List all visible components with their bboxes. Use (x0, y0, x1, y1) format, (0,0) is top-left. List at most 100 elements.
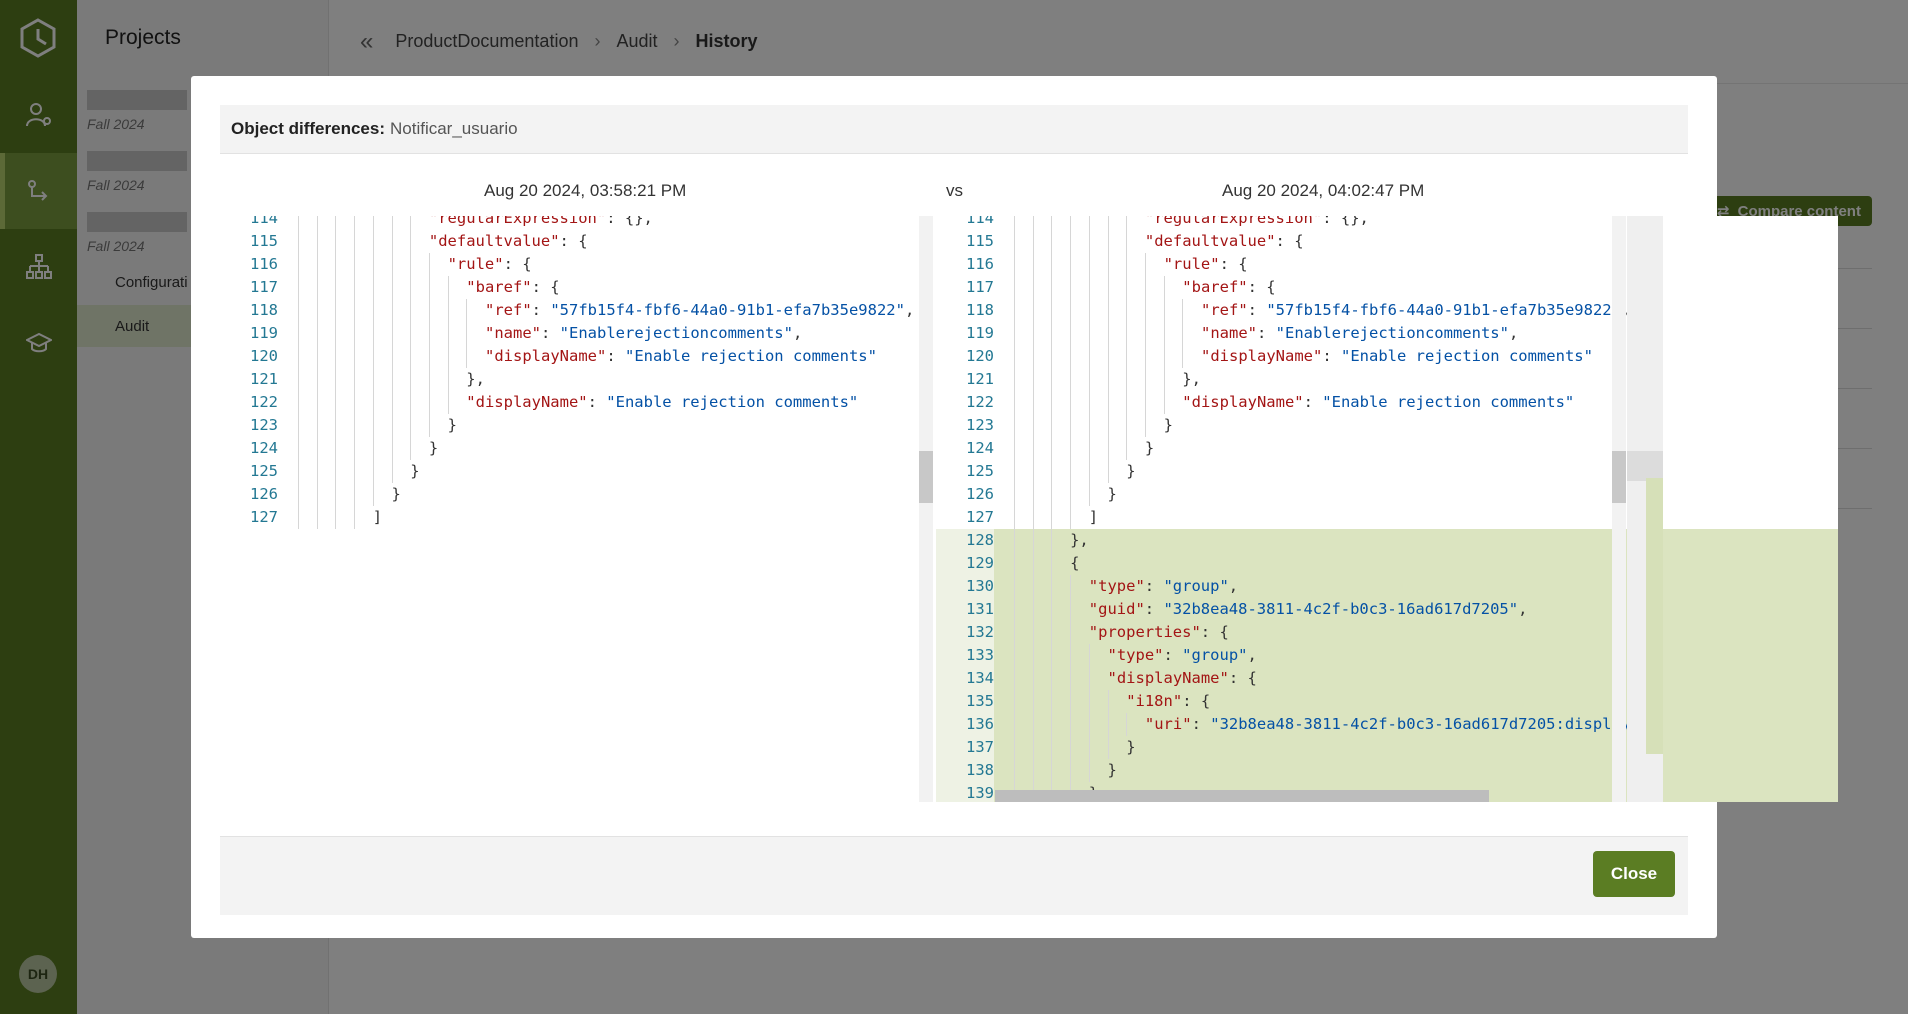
code-token: , (1247, 646, 1257, 664)
line-number: 116 (966, 255, 994, 273)
diff-line-added: 130 "type": "group", (936, 575, 1838, 598)
diff-line: 118 "ref": "57fb15f4-fbf6-44a0-91b1-efa7b… (936, 299, 1838, 322)
diff-line-added: 134 "displayName": { (936, 667, 1838, 690)
header-label: Object differences: (231, 119, 385, 138)
left-version-date: Aug 20 2024, 03:58:21 PM (484, 181, 687, 200)
code-token: "32b8ea48-3811-4c2f-b0c3-16ad617d7205:di… (1210, 715, 1659, 733)
code-token: "properties" (1088, 623, 1201, 641)
code-text: "uri": "32b8ea48-3811-4c2f-b0c3-16ad617d… (1145, 713, 1658, 736)
diff-line: 116 "rule": { (936, 253, 1838, 276)
code-token: "Enable rejection comments" (1322, 393, 1575, 411)
code-token: }, (1070, 531, 1089, 549)
diff-line-added: 133 "type": "group", (936, 644, 1838, 667)
code-text: } (1126, 736, 1135, 759)
diff-line: 124} (220, 437, 943, 460)
line-number: 123 (250, 416, 278, 434)
code-token: "displayName" (485, 347, 607, 365)
code-token: "32b8ea48-3811-4c2f-b0c3-16ad617d7205" (1163, 600, 1519, 618)
code-token: } (391, 485, 401, 503)
line-number: 114 (250, 216, 278, 227)
code-token: } (1126, 738, 1136, 756)
code-token: : (1322, 347, 1341, 365)
diff-line: 127] (936, 506, 1838, 529)
line-number: 126 (250, 485, 278, 503)
line-number: 125 (250, 462, 278, 480)
diff-pane-original[interactable]: 114 "regularExpression": {}, 115 "defaultva… (220, 216, 943, 802)
line-number: 118 (250, 301, 278, 319)
code-token: : (1163, 646, 1183, 664)
right-scrollbar-track[interactable] (1612, 216, 1626, 802)
code-token: "rule" (447, 255, 504, 273)
code-token: "baref" (466, 278, 532, 296)
code-text: }, (466, 368, 485, 391)
dialog-header: Object differences: Notificar_usuario (220, 105, 1688, 154)
diff-line: 125} (936, 460, 1838, 483)
diff-pane-modified[interactable]: 114 "regularExpression": {}, 115 "defaultva… (936, 216, 1838, 802)
diff-line-added: 137} (936, 736, 1838, 759)
code-text: "name": "Enablerejectioncomments", (485, 322, 802, 345)
code-text: "displayName": "Enable rejection comment… (466, 391, 858, 414)
diff-line: 116 "rule": { (220, 253, 943, 276)
line-number: 120 (250, 347, 278, 365)
line-number: 123 (966, 416, 994, 434)
left-scrollbar-track[interactable] (919, 216, 933, 802)
line-number: 128 (936, 529, 994, 552)
line-number: 127 (250, 508, 278, 526)
code-token: : { (1228, 669, 1257, 687)
line-number: 127 (966, 508, 994, 526)
line-number: 137 (936, 736, 994, 759)
code-text: } (1145, 437, 1154, 460)
object-differences-dialog: Object differences: Notificar_usuario Au… (191, 76, 1838, 938)
diff-line: 124} (936, 437, 1838, 460)
code-token: : { (1182, 692, 1211, 710)
line-number: 132 (936, 621, 994, 644)
code-token: } (1163, 416, 1173, 434)
code-token: : (1144, 600, 1164, 618)
code-text: "type": "group", (1089, 575, 1238, 598)
right-horizontal-scrollbar[interactable] (995, 790, 1489, 802)
diff-line: 126} (936, 483, 1838, 506)
code-text: "displayName": "Enable rejection comment… (485, 345, 877, 368)
code-token: "type" (1088, 577, 1145, 595)
code-token: } (1107, 761, 1117, 779)
code-text: "defaultvalue": { (1145, 230, 1304, 253)
code-token: "rule" (1163, 255, 1220, 273)
line-number: 117 (250, 278, 278, 296)
code-text: "displayName": "Enable rejection comment… (1201, 345, 1593, 368)
right-scrollbar-thumb[interactable] (1612, 451, 1626, 503)
code-token: ] (372, 508, 383, 526)
dialog-footer (220, 837, 1688, 915)
code-text: "guid": "32b8ea48-3811-4c2f-b0c3-16ad617… (1089, 598, 1528, 621)
overview-viewport (1627, 451, 1663, 481)
diff-line: 121}, (220, 368, 943, 391)
diff-line: 125} (220, 460, 943, 483)
code-token: } (1144, 439, 1155, 457)
diff-line: 120 "displayName": "Enable rejection comm… (220, 345, 943, 368)
line-number: 119 (966, 324, 994, 342)
diff-line: 115 "defaultvalue": { (220, 230, 943, 253)
code-token: "i18n" (1126, 692, 1183, 710)
left-scrollbar-thumb[interactable] (919, 451, 933, 503)
diff-line-added: 135 "i18n": { (936, 690, 1838, 713)
code-token: } (1126, 462, 1136, 480)
code-token: : (541, 324, 560, 342)
line-number: 129 (936, 552, 994, 575)
line-number: 139 (936, 782, 994, 802)
line-number: 134 (936, 667, 994, 690)
code-token: "baref" (1182, 278, 1248, 296)
object-name: Notificar_usuario (390, 119, 518, 138)
code-token: : { (1275, 232, 1304, 250)
diff-line: 119 "name": "Enablerejectioncomments", (936, 322, 1838, 345)
close-button[interactable]: Close (1593, 851, 1675, 897)
line-number: 120 (966, 347, 994, 365)
line-number: 117 (966, 278, 994, 296)
code-token: , (1228, 577, 1239, 595)
right-version-date: Aug 20 2024, 04:02:47 PM (1222, 181, 1425, 200)
code-token: : { (531, 278, 560, 296)
diff-line-added: 129 { (936, 552, 1838, 575)
code-text: { (1070, 552, 1079, 575)
code-text: "baref": { (1182, 276, 1275, 299)
diff-line: 126} (220, 483, 943, 506)
code-token: : { (1219, 255, 1248, 273)
diff-line: 120 "displayName": "Enable rejection comm… (936, 345, 1838, 368)
